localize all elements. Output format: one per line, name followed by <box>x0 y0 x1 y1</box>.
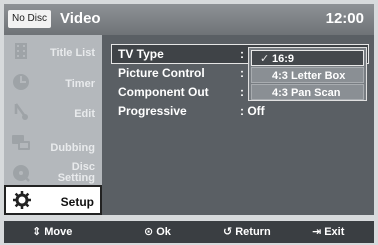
clock-icon <box>11 72 31 92</box>
clock: 12:00 <box>325 10 364 27</box>
dropdown-option[interactable]: ✓ 16:9 <box>251 50 364 66</box>
setting-label: Progressive <box>118 104 187 118</box>
film-icon <box>11 41 31 61</box>
disc-icon <box>11 163 31 183</box>
exit-icon: ⇥ <box>312 226 322 238</box>
setting-value: : <box>240 85 244 99</box>
sidebar-item-disc-setting[interactable]: Disc Setting <box>4 157 102 187</box>
up-down-arrows-icon: ⇕ <box>32 226 42 238</box>
dubbing-icon <box>11 132 31 152</box>
ok-icon: ⊙ <box>144 226 154 238</box>
sidebar-item-edit[interactable]: Edit <box>4 97 102 127</box>
tv-type-dropdown[interactable]: ✓ 16:9 4:3 Letter Box 4:3 Pan Scan <box>248 47 367 101</box>
sidebar-item-label-line2: Setting <box>57 172 95 184</box>
sidebar-item-label: Edit <box>74 108 95 120</box>
scissors-icon <box>11 102 31 122</box>
sidebar-item-setup[interactable]: Setup <box>4 185 102 215</box>
sidebar-item-label: Title List <box>49 47 95 59</box>
setting-value: : Off <box>240 104 265 118</box>
page-title: Video <box>60 10 101 27</box>
footer-exit: ⇥ Exit <box>312 226 345 238</box>
sidebar-item-label: Dubbing <box>50 142 95 154</box>
gear-icon <box>12 190 32 210</box>
footer-ok: ⊙ Ok <box>144 226 171 238</box>
header-bar: No Disc Video 12:00 <box>4 4 374 35</box>
sidebar-item-timer[interactable]: Timer <box>4 67 102 97</box>
sidebar-item-label: Setup <box>60 195 94 209</box>
footer-move: ⇕ Move <box>32 226 73 238</box>
sidebar-item-label: Timer <box>65 78 95 90</box>
no-disc-badge: No Disc <box>8 10 52 28</box>
dropdown-option[interactable]: 4:3 Pan Scan <box>251 84 364 100</box>
setting-row-progressive[interactable]: Progressive : Off <box>112 102 368 120</box>
footer-return: ↺ Return <box>223 226 271 238</box>
footer-bar: ⇕ Move ⊙ Ok ↺ Return ⇥ Exit <box>4 221 374 243</box>
setting-value: : <box>240 66 244 80</box>
check-icon: ✓ <box>260 53 270 65</box>
setting-label: Component Out <box>118 85 209 99</box>
dropdown-option[interactable]: 4:3 Letter Box <box>251 67 364 83</box>
sidebar: Title List Timer Edit Dubbing Disc Setti… <box>4 35 102 215</box>
return-icon: ↺ <box>223 226 233 238</box>
sidebar-item-title-list[interactable]: Title List <box>4 37 102 67</box>
sidebar-item-dubbing[interactable]: Dubbing <box>4 127 102 157</box>
setting-label: Picture Control <box>118 66 205 80</box>
setting-label: TV Type <box>118 47 164 61</box>
osd-frame: No Disc Video 12:00 Title List Timer Edi… <box>0 0 378 245</box>
